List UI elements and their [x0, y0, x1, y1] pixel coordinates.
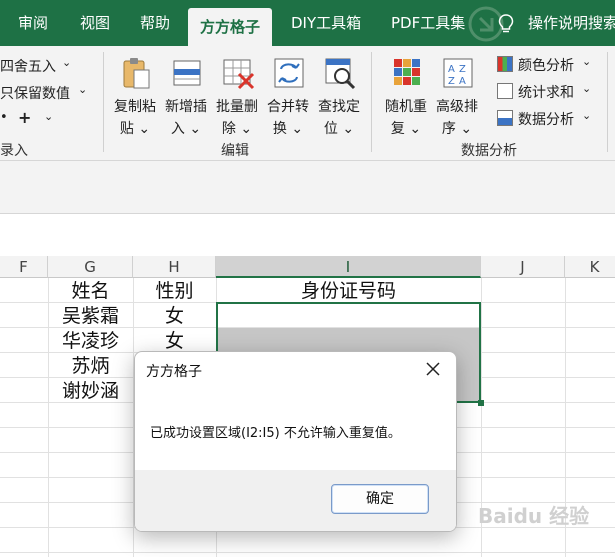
round-button[interactable]: 四舍五入: [0, 56, 56, 76]
keep-value-button[interactable]: 只保留数值: [0, 83, 70, 103]
chevron-down-icon[interactable]: ⌄: [582, 55, 591, 68]
dialog-message: 已成功设置区域(I2:I5) 不允许输入重复值。: [150, 426, 401, 441]
clipboard-icon: [123, 58, 150, 89]
cell-name[interactable]: 谢妙涵: [48, 379, 133, 404]
magnifier-icon: [325, 58, 356, 90]
svg-text:Z: Z: [448, 76, 455, 87]
group-label-record: 录入: [0, 143, 28, 159]
advanced-sort-label-1: 高级排: [436, 99, 478, 115]
tab-fangfang[interactable]: 方方格子: [188, 8, 273, 46]
column-header-f[interactable]: F: [0, 256, 48, 278]
column-header-h[interactable]: H: [133, 256, 216, 278]
cell-name[interactable]: 吴紫霜: [48, 304, 133, 329]
fill-handle[interactable]: [478, 400, 484, 406]
dialog-title: 方方格子: [146, 364, 202, 380]
chevron-down-icon[interactable]: ⌄: [78, 83, 87, 96]
random-repeat-label-1: 随机重: [385, 99, 427, 115]
copy-paste-button[interactable]: 复制粘 贴 ⌄: [110, 56, 160, 144]
ok-button[interactable]: 确定: [331, 484, 429, 514]
ribbon-separator: [371, 52, 372, 152]
sort-az-icon: A Z Z A: [443, 58, 473, 88]
find-locate-button[interactable]: 查找定 位 ⌄: [314, 56, 364, 144]
cell-gender[interactable]: 女: [133, 304, 216, 329]
insert-new-label-1: 新增插: [165, 99, 207, 115]
tell-me-search[interactable]: 操作说明搜索: [528, 0, 615, 46]
cell-header-name[interactable]: 姓名: [48, 279, 133, 304]
tab-view[interactable]: 视图: [80, 0, 110, 46]
merge-convert-icon: [274, 58, 304, 88]
random-repeat-button[interactable]: 随机重 复 ⌄: [381, 56, 431, 144]
close-icon[interactable]: [425, 361, 441, 377]
palette-icon: [497, 56, 513, 72]
svg-text:A: A: [448, 64, 455, 75]
insert-new-button[interactable]: 新增插 入 ⌄: [161, 56, 211, 144]
formula-bar-area[interactable]: [0, 161, 615, 214]
sum-icon: [497, 83, 513, 99]
stat-sum-button[interactable]: 统计求和: [518, 82, 574, 102]
watermark-text: Baidu 经验: [478, 504, 590, 528]
lightbulb-icon[interactable]: [498, 14, 514, 34]
ribbon-panel: 四舍五入 ⌄ 只保留数值 ⌄ • + ⌄ 录入 复制粘 贴 ⌄ 新增插 入 ⌄: [0, 46, 615, 161]
dot-icon: •: [0, 110, 8, 125]
advanced-sort-label-2: 序 ⌄: [441, 121, 473, 137]
tab-diy-toolbox[interactable]: DIY工具箱: [291, 0, 361, 46]
batch-delete-button[interactable]: 批量删 除 ⌄: [212, 56, 262, 144]
ribbon-separator: [607, 52, 608, 152]
find-locate-label-2: 位 ⌄: [323, 121, 355, 137]
tab-pdf-tools[interactable]: PDF工具集: [391, 0, 465, 46]
random-repeat-label-2: 复 ⌄: [390, 121, 422, 137]
column-header-i[interactable]: I: [216, 256, 481, 278]
copy-paste-label-1: 复制粘: [114, 99, 156, 115]
chevron-down-icon[interactable]: ⌄: [62, 56, 71, 69]
chevron-down-icon[interactable]: ⌄: [582, 109, 591, 122]
tab-help[interactable]: 帮助: [140, 0, 170, 46]
merge-convert-label-2: 换 ⌄: [272, 121, 304, 137]
tab-review[interactable]: 审阅: [18, 0, 48, 46]
ribbon-tab-bar: 审阅 视图 帮助 方方格子 DIY工具箱 PDF工具集 操作说明搜索: [0, 0, 615, 46]
color-grid-icon: [394, 59, 420, 85]
merge-convert-button[interactable]: 合并转 换 ⌄: [263, 56, 313, 144]
advanced-sort-button[interactable]: A Z Z A 高级排 序 ⌄: [432, 56, 482, 144]
color-analysis-button[interactable]: 颜色分析: [518, 55, 574, 75]
svg-text:A: A: [459, 76, 466, 87]
find-locate-label-1: 查找定: [318, 99, 360, 115]
merge-convert-label-1: 合并转: [267, 99, 309, 115]
column-header-k[interactable]: K: [565, 256, 615, 278]
insert-new-label-2: 入 ⌄: [170, 121, 202, 137]
cell-header-gender[interactable]: 性别: [133, 279, 216, 304]
delete-grid-icon: [223, 59, 255, 90]
data-analysis-icon: [497, 110, 513, 126]
dialog-footer: 确定: [135, 470, 456, 531]
column-header-g[interactable]: G: [48, 256, 133, 278]
cell-name[interactable]: 华凌珍: [48, 329, 133, 354]
group-label-data-analysis: 数据分析: [461, 143, 517, 159]
chevron-down-icon[interactable]: ⌄: [582, 82, 591, 95]
plus-button[interactable]: +: [18, 108, 31, 127]
group-label-edit: 编辑: [221, 143, 249, 159]
cell-header-id[interactable]: 身份证号码: [216, 279, 481, 304]
batch-delete-label-1: 批量删: [216, 99, 258, 115]
cell-name[interactable]: 苏炳: [48, 354, 133, 379]
copy-paste-label-2: 贴 ⌄: [119, 121, 151, 137]
chevron-down-icon[interactable]: ⌄: [44, 110, 53, 123]
data-analysis-button[interactable]: 数据分析: [518, 109, 574, 129]
batch-delete-label-2: 除 ⌄: [221, 121, 253, 137]
insert-row-icon: [173, 60, 201, 86]
svg-text:Z: Z: [459, 64, 466, 75]
message-dialog: 方方格子 已成功设置区域(I2:I5) 不允许输入重复值。 确定: [134, 351, 457, 532]
ribbon-separator: [103, 52, 104, 152]
column-header-j[interactable]: J: [481, 256, 565, 278]
